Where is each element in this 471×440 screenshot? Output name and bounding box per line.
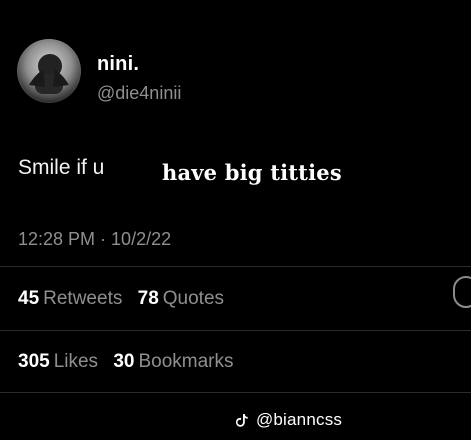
stats-row-1: 45 Retweets 78 Quotes (18, 288, 234, 310)
likes-count: 305 (18, 351, 50, 372)
divider-bottom (0, 392, 471, 393)
retweets-label: Retweets (43, 288, 123, 309)
bookmarks-count: 30 (113, 351, 135, 372)
edge-ui-icon (453, 276, 471, 308)
divider-middle (0, 330, 471, 331)
retweets-count: 45 (18, 288, 40, 309)
avatar-image (29, 54, 69, 94)
divider-top (0, 266, 471, 267)
timestamp[interactable]: 12:28 PM · 10/2/22 (18, 229, 171, 250)
display-name[interactable]: nini. (97, 53, 139, 76)
stats-row-2: 305 Likes 30 Bookmarks (18, 351, 244, 373)
watermark-text: @biannсss (255, 410, 343, 429)
likes-label: Likes (53, 351, 99, 372)
avatar[interactable] (17, 39, 81, 103)
quotes-stat[interactable]: 78 Quotes (138, 288, 234, 309)
tweet-text: Smile if u (18, 156, 105, 179)
retweets-stat[interactable]: 45 Retweets (18, 288, 138, 309)
bookmarks-stat[interactable]: 30 Bookmarks (113, 351, 243, 372)
quotes-label: Quotes (162, 288, 225, 309)
overlay-text: have big titties (162, 160, 342, 185)
handle[interactable]: @die4ninii (97, 83, 181, 104)
likes-stat[interactable]: 305 Likes (18, 351, 113, 372)
watermark: @biannсss (236, 410, 342, 430)
bookmarks-label: Bookmarks (138, 351, 234, 372)
tiktok-icon (236, 412, 248, 427)
quotes-count: 78 (137, 288, 159, 309)
